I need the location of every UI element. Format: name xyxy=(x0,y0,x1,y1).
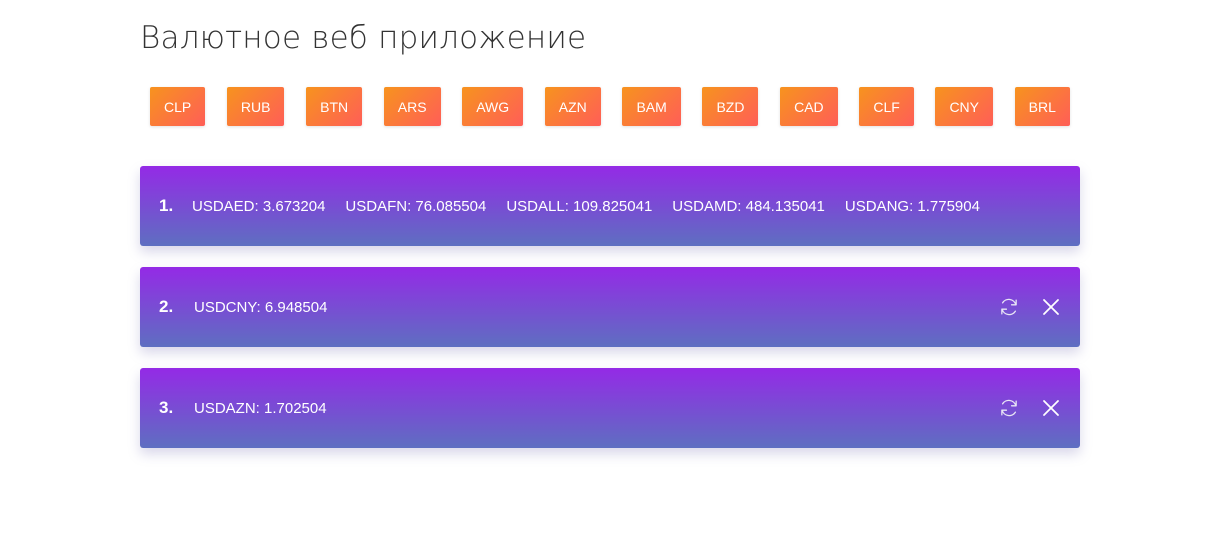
rate-item: USDALL: 109.825041 xyxy=(506,197,653,215)
currency-button-azn[interactable]: AZN xyxy=(544,87,601,126)
refresh-icon[interactable] xyxy=(998,296,1020,318)
rate-item: USDAED: 3.673204 xyxy=(192,197,326,215)
rate-card-2: 2. USDCNY: 6.948504 xyxy=(140,267,1080,347)
rate-item: USDAFN: 76.085504 xyxy=(345,197,487,215)
card-number: 2. xyxy=(159,297,174,316)
rate-card-1: 1. USDAED: 3.673204 USDAFN: 76.085504 US… xyxy=(140,166,1080,246)
card-actions xyxy=(998,397,1062,419)
close-icon[interactable] xyxy=(1040,397,1062,419)
card-number: 3. xyxy=(159,398,174,417)
rate-item: USDAMD: 484.135041 xyxy=(672,197,825,215)
rate-item: USDANG: 1.775904 xyxy=(844,197,980,215)
rate-list: USDAZN: 1.702504 xyxy=(194,400,327,417)
currency-button-btn[interactable]: BTN xyxy=(306,87,363,126)
rate-list: USDCNY: 6.948504 xyxy=(194,299,327,316)
currency-button-cad[interactable]: CAD xyxy=(780,87,838,126)
currency-button-cny[interactable]: CNY xyxy=(935,87,993,126)
currency-button-bzd[interactable]: BZD xyxy=(702,87,759,126)
currency-button-row: CLP RUB BTN ARS AWG AZN BAM BZD CAD CLF … xyxy=(150,87,1070,126)
refresh-icon[interactable] xyxy=(998,397,1020,419)
currency-button-brl[interactable]: BRL xyxy=(1014,87,1070,126)
card-actions xyxy=(998,296,1062,318)
rate-item: USDCNY: 6.948504 xyxy=(194,298,328,316)
currency-button-awg[interactable]: AWG xyxy=(462,87,524,126)
currency-button-clp[interactable]: CLP xyxy=(150,87,206,126)
close-icon[interactable] xyxy=(1040,296,1062,318)
rate-card-3: 3. USDAZN: 1.702504 xyxy=(140,368,1080,448)
rate-list: USDAED: 3.673204 USDAFN: 76.085504 USDAL… xyxy=(192,198,980,215)
card-number: 1. xyxy=(159,196,174,215)
currency-button-bam[interactable]: BAM xyxy=(622,87,681,126)
currency-button-ars[interactable]: ARS xyxy=(383,87,441,126)
rate-item: USDAZN: 1.702504 xyxy=(194,399,327,417)
currency-button-rub[interactable]: RUB xyxy=(226,87,285,126)
currency-button-clf[interactable]: CLF xyxy=(859,87,914,126)
currency-app: Валютное веб приложение CLP RUB BTN ARS … xyxy=(0,0,1230,560)
page-title: Валютное веб приложение xyxy=(140,20,587,56)
